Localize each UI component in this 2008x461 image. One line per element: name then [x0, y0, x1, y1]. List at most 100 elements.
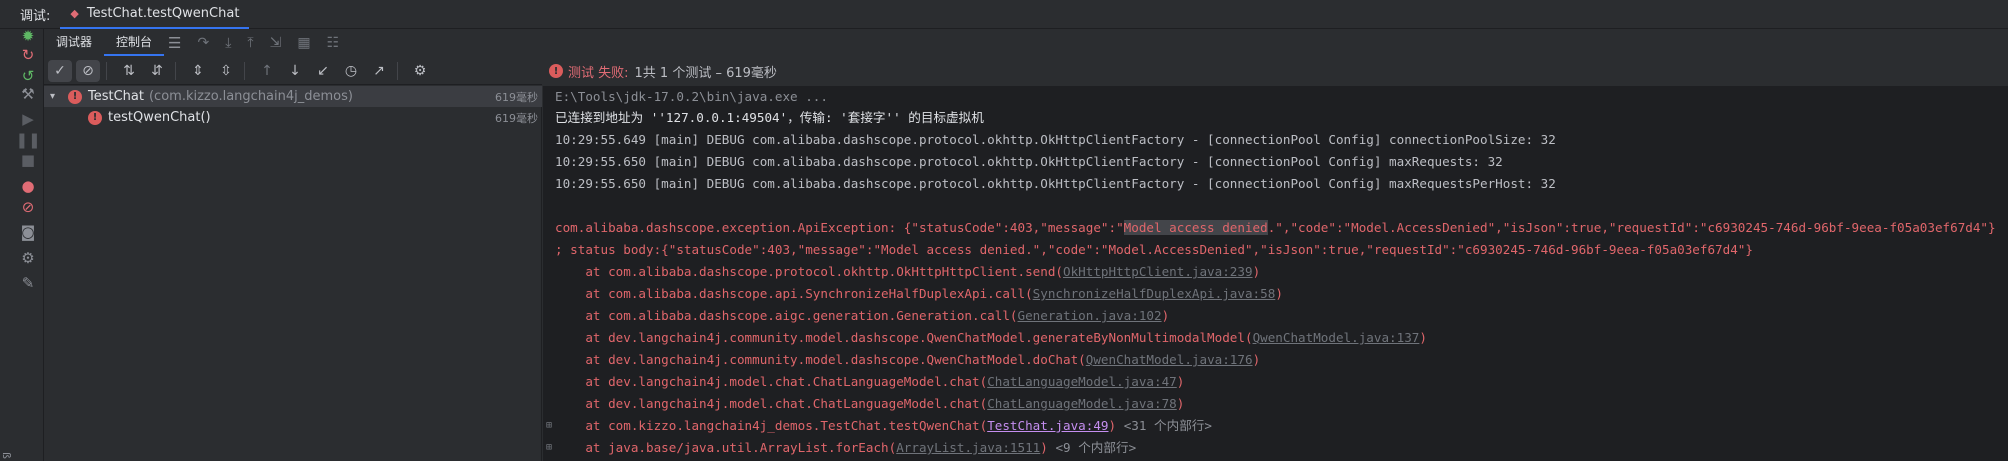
- console-line[interactable]: E:\Tools\jdk-17.0.2\bin\java.exe ...: [555, 86, 828, 108]
- frame-text: at java.base/java.util.ArrayList.forEach…: [555, 440, 897, 455]
- sort-duration-icon[interactable]: ⇵: [145, 60, 169, 82]
- test-results-tree: ▾ ! TestChat (com.kizzo.langchain4j_demo…: [44, 86, 542, 461]
- source-link[interactable]: QwenChatModel.java:137: [1253, 330, 1420, 345]
- chevron-down-icon[interactable]: ▾: [50, 91, 64, 102]
- settings-icon[interactable]: ⚙: [18, 248, 38, 268]
- frame-text: at dev.langchain4j.community.model.dashs…: [555, 352, 1086, 367]
- gear-icon[interactable]: ⚙: [408, 60, 432, 82]
- frame-close: ): [1252, 352, 1261, 367]
- stack-frame: at java.base/java.util.ArrayList.forEach…: [555, 437, 1136, 459]
- source-link[interactable]: ChatLanguageModel.java:47: [987, 374, 1177, 389]
- tree-node-duration: 619毫秒: [495, 90, 538, 104]
- pin-icon[interactable]: ✎: [18, 273, 38, 293]
- trace-icon[interactable]: ☷: [327, 35, 340, 51]
- exception-line: ; status body:{"statusCode":403,"message…: [555, 242, 1753, 257]
- frame-close: ): [1161, 308, 1170, 323]
- toolbar-divider: [244, 61, 245, 80]
- down-arrow-icon[interactable]: ↓: [283, 60, 307, 82]
- expand-all-icon[interactable]: ⇕: [186, 60, 210, 82]
- frame-close: ): [1275, 286, 1283, 301]
- stack-frame: at dev.langchain4j.community.model.dashs…: [555, 327, 1427, 349]
- console-line: 10:29:55.650 [main] DEBUG com.alibaba.da…: [555, 176, 1556, 191]
- camera-icon[interactable]: ◙: [18, 222, 38, 242]
- test-summary: 1共 1 个测试 – 619毫秒: [634, 65, 777, 81]
- fold-gutter-icon[interactable]: ⊞: [543, 415, 555, 437]
- frame-close: ): [1040, 440, 1048, 455]
- step-over-icon[interactable]: ↷: [197, 35, 209, 51]
- wrench-icon[interactable]: ⚒: [18, 84, 38, 104]
- exception-text: com.alibaba.dashscope.exception.ApiExcep…: [555, 220, 1124, 235]
- frame-close: ): [1252, 264, 1261, 279]
- stack-frame: at dev.langchain4j.model.chat.ChatLangua…: [555, 393, 1184, 415]
- history-icon[interactable]: ◷: [339, 60, 363, 82]
- frame-text: at dev.langchain4j.community.model.dashs…: [555, 330, 1253, 345]
- sort-alpha-icon[interactable]: ⇅: [117, 60, 141, 82]
- toolbar-divider: [106, 61, 107, 80]
- run-to-cursor-icon[interactable]: ⇲: [270, 35, 282, 51]
- fold-gutter-icon[interactable]: ⊞: [543, 437, 555, 459]
- stack-frame: at dev.langchain4j.model.chat.ChatLangua…: [555, 371, 1184, 393]
- stack-frame: at dev.langchain4j.community.model.dashs…: [555, 349, 1260, 371]
- resume-icon[interactable]: ▶: [18, 109, 38, 129]
- console-output[interactable]: E:\Tools\jdk-17.0.2\bin\java.exe ... 已连接…: [543, 86, 2008, 461]
- rerun-icon[interactable]: ↺: [18, 66, 38, 86]
- error-icon: !: [549, 64, 563, 78]
- console-line: 已连接到地址为 ''127.0.0.1:49504'，传输: '套接字'' 的目…: [555, 110, 984, 125]
- toolbar-divider: [397, 61, 398, 80]
- stack-frame: at com.alibaba.dashscope.api.Synchronize…: [555, 283, 1283, 305]
- tab-testqwenchat[interactable]: ◆ TestChat.testQwenChat: [60, 0, 250, 29]
- source-link[interactable]: Generation.java:102: [1018, 308, 1162, 323]
- check-icon[interactable]: ✓: [48, 59, 72, 82]
- test-toolbar: ✓ ⊘ ⇅ ⇵ ⇕ ⇳ ↑ ↓ ↙ ◷ ↗ ⚙: [44, 57, 542, 85]
- pause-icon[interactable]: ❚❚: [15, 130, 40, 150]
- debug-side-toolbar: ✹ ↻ ↺ ⚒ ▶ ❚❚ ■ ● ⊘ ◙ ⚙ ✎ ß: [0, 26, 44, 461]
- tab-label: TestChat.testQwenChat: [86, 5, 240, 21]
- source-link[interactable]: ArrayList.java:1511: [896, 440, 1040, 455]
- import-icon[interactable]: ↙: [311, 60, 335, 82]
- frame-text: at dev.langchain4j.model.chat.ChatLangua…: [555, 374, 988, 389]
- rerun-failed-icon[interactable]: ↻: [18, 45, 38, 65]
- debug-subtabs: 调试器 控制台 ☰ ↷ ⤓ ⤒ ⇲ ▦ ☷: [44, 29, 542, 56]
- export-icon[interactable]: ↗: [367, 60, 391, 82]
- tree-node-name: TestChat: [88, 89, 144, 104]
- up-arrow-icon[interactable]: ↑: [255, 60, 279, 82]
- console-line: 10:29:55.649 [main] DEBUG com.alibaba.da…: [555, 132, 1556, 147]
- tab-console[interactable]: 控制台: [104, 29, 165, 56]
- source-link[interactable]: QwenChatModel.java:176: [1086, 352, 1253, 367]
- stack-frame: at com.alibaba.dashscope.aigc.generation…: [555, 305, 1169, 327]
- test-icon: ◆: [70, 6, 79, 20]
- tree-row-testchat[interactable]: ▾ ! TestChat (com.kizzo.langchain4j_demo…: [44, 86, 542, 107]
- source-link[interactable]: ChatLanguageModel.java:78: [987, 396, 1177, 411]
- error-icon: !: [68, 89, 82, 104]
- collapse-all-icon[interactable]: ⇳: [214, 60, 238, 82]
- step-into-icon[interactable]: ⤓: [225, 35, 231, 51]
- debug-label: 调试:: [20, 8, 51, 24]
- mute-breakpoints-icon[interactable]: ⊘: [18, 197, 38, 217]
- frame-close: ): [1419, 330, 1427, 345]
- evaluate-icon[interactable]: ▦: [297, 35, 310, 51]
- tab-debugger[interactable]: 调试器: [44, 29, 104, 56]
- menu-icon[interactable]: ☰: [168, 34, 181, 52]
- stop-circle-icon[interactable]: ⊘: [76, 59, 100, 82]
- bug-icon[interactable]: ✹: [18, 26, 38, 46]
- tree-node-package: (com.kizzo.langchain4j_demos): [148, 89, 353, 104]
- source-link[interactable]: TestChat.java:49: [987, 418, 1108, 433]
- source-link[interactable]: SynchronizeHalfDuplexApi.java:58: [1033, 286, 1276, 301]
- exception-text: .","code":"Model.AccessDenied","isJson":…: [1267, 220, 1996, 235]
- source-link[interactable]: OkHttpHttpClient.java:239: [1063, 264, 1253, 279]
- stop-icon[interactable]: ■: [18, 150, 38, 170]
- frame-text: at com.alibaba.dashscope.aigc.generation…: [555, 308, 1018, 323]
- test-status-line: ! 测试 失败: 1共 1 个测试 – 619毫秒: [543, 57, 2008, 85]
- frame-text: at dev.langchain4j.model.chat.ChatLangua…: [555, 396, 988, 411]
- breakpoint-icon[interactable]: ●: [18, 176, 38, 196]
- run-tool-window-header: 调试: ◆ TestChat.testQwenChat: [0, 0, 2008, 29]
- exception-line: com.alibaba.dashscope.exception.ApiExcep…: [555, 217, 1996, 239]
- highlighted-text: Model access denied: [1123, 220, 1268, 235]
- frame-text: at com.alibaba.dashscope.api.Synchronize…: [555, 286, 1033, 301]
- step-out-icon[interactable]: ⤒: [247, 35, 253, 51]
- folded-lines[interactable]: <9 个内部行>: [1048, 440, 1136, 455]
- tree-node-name: testQwenChat(): [108, 110, 211, 125]
- stack-frame: at com.alibaba.dashscope.protocol.okhttp…: [555, 261, 1260, 283]
- folded-lines[interactable]: <31 个内部行>: [1116, 418, 1212, 433]
- tree-row-testqwenchat[interactable]: ! testQwenChat() 619毫秒: [44, 107, 542, 128]
